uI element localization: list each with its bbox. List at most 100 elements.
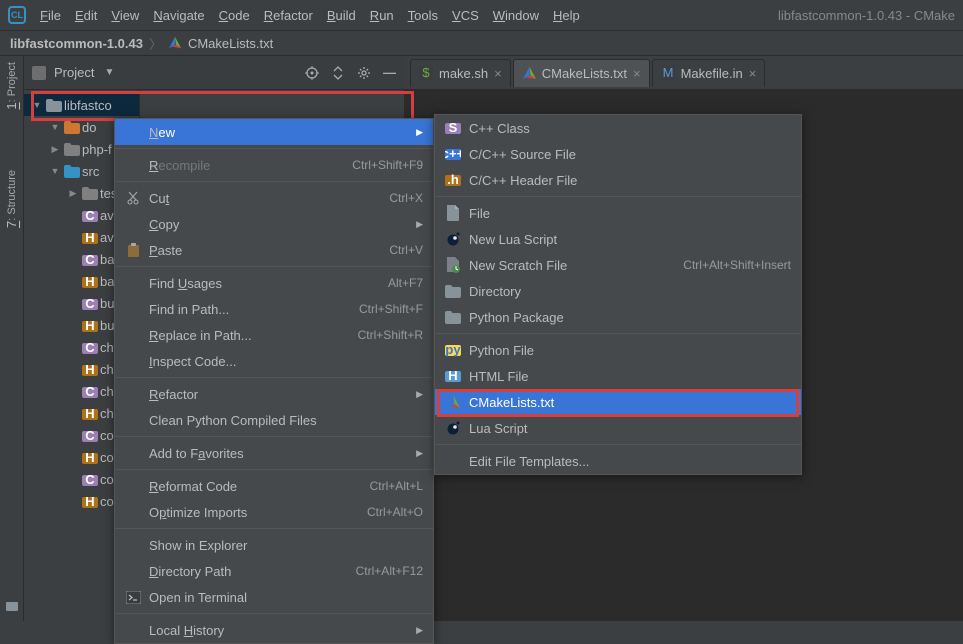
menu-item-show-in-explorer[interactable]: Show in Explorer bbox=[115, 532, 433, 558]
menu-item-label: Edit File Templates... bbox=[469, 454, 589, 469]
tab-label: make.sh bbox=[439, 66, 488, 81]
menu-item-paste[interactable]: PasteCtrl+V bbox=[115, 237, 433, 263]
tree-item-label: bu bbox=[100, 296, 114, 311]
menu-help[interactable]: Help bbox=[553, 8, 580, 23]
menu-item-label: C++ Class bbox=[469, 121, 530, 136]
h-file-icon: H bbox=[82, 318, 96, 332]
breadcrumb-file[interactable]: CMakeLists.txt bbox=[188, 36, 273, 51]
menu-vcs[interactable]: VCS bbox=[452, 8, 479, 23]
menu-item-label: Paste bbox=[149, 243, 182, 258]
menu-item-recompile[interactable]: RecompileCtrl+Shift+F9 bbox=[115, 152, 433, 178]
tool-structure[interactable]: 7: Structure bbox=[4, 170, 19, 228]
menu-item-python-package[interactable]: Python Package bbox=[435, 304, 801, 330]
menu-item-new[interactable]: New▶ bbox=[115, 119, 433, 145]
menu-item-label: File bbox=[469, 206, 490, 221]
menu-item-new-lua-script[interactable]: New Lua Script bbox=[435, 226, 801, 252]
close-icon[interactable]: × bbox=[633, 66, 641, 81]
svg-text:$: $ bbox=[422, 66, 430, 80]
menu-item-cut[interactable]: CutCtrl+X bbox=[115, 185, 433, 211]
terminal-icon bbox=[125, 591, 141, 604]
menu-item-directory[interactable]: Directory bbox=[435, 278, 801, 304]
menu-item-c-c-header-file[interactable]: .hC/C++ Header File bbox=[435, 167, 801, 193]
menu-edit[interactable]: Edit bbox=[75, 8, 97, 23]
menu-item-reformat-code[interactable]: Reformat CodeCtrl+Alt+L bbox=[115, 473, 433, 499]
tool-project[interactable]: 1: Project bbox=[4, 62, 19, 110]
menu-run[interactable]: Run bbox=[370, 8, 394, 23]
menu-item-new-scratch-file[interactable]: New Scratch FileCtrl+Alt+Shift+Insert bbox=[435, 252, 801, 278]
separator bbox=[115, 266, 433, 267]
menu-item-copy[interactable]: Copy▶ bbox=[115, 211, 433, 237]
menu-item-find-usages[interactable]: Find UsagesAlt+F7 bbox=[115, 270, 433, 296]
menu-item-c-class[interactable]: SC++ Class bbox=[435, 115, 801, 141]
tab-makefile-in[interactable]: M Makefile.in × bbox=[652, 59, 766, 87]
chevron-down-icon[interactable]: ▼ bbox=[104, 67, 114, 78]
expand-all-icon[interactable] bbox=[331, 66, 345, 80]
menu-item-file[interactable]: File bbox=[435, 200, 801, 226]
svg-text:C: C bbox=[85, 428, 95, 443]
menu-item-find-in-path-[interactable]: Find in Path...Ctrl+Shift+F bbox=[115, 296, 433, 322]
tree-item-label: bu bbox=[100, 318, 114, 333]
breadcrumb-project[interactable]: libfastcommon-1.0.43 bbox=[10, 36, 143, 51]
folder-icon bbox=[46, 99, 60, 111]
shortcut: Ctrl+X bbox=[389, 191, 423, 205]
file-icon bbox=[445, 205, 461, 221]
menu-item-html-file[interactable]: H HTML File bbox=[435, 363, 801, 389]
h-file-icon: H bbox=[82, 362, 96, 376]
menu-item-lua-script[interactable]: Lua Script bbox=[435, 415, 801, 441]
svg-text:H: H bbox=[85, 362, 94, 377]
menu-item-label: Directory Path bbox=[149, 564, 231, 579]
svg-text:H: H bbox=[85, 274, 94, 289]
menu-navigate[interactable]: Navigate bbox=[153, 8, 204, 23]
html-icon: H bbox=[445, 368, 461, 384]
menu-item-label: Python File bbox=[469, 343, 534, 358]
menu-window[interactable]: Window bbox=[493, 8, 539, 23]
menu-item-label: Inspect Code... bbox=[149, 354, 236, 369]
tree-root[interactable]: ▼libfastco bbox=[24, 94, 139, 116]
menu-file[interactable]: File bbox=[40, 8, 61, 23]
menu-item-add-to-favorites[interactable]: Add to Favorites▶ bbox=[115, 440, 433, 466]
menu-item-label: Clean Python Compiled Files bbox=[149, 413, 317, 428]
menu-refactor[interactable]: Refactor bbox=[264, 8, 313, 23]
tree-item-label: ch bbox=[100, 384, 114, 399]
tree-item-label: co bbox=[100, 428, 114, 443]
gear-icon[interactable] bbox=[357, 66, 371, 80]
folder-icon bbox=[64, 121, 78, 133]
toolstrip-bottom-icon[interactable] bbox=[5, 599, 19, 621]
chevron-right-icon: ▶ bbox=[416, 219, 423, 230]
menu-item-optimize-imports[interactable]: Optimize ImportsCtrl+Alt+O bbox=[115, 499, 433, 525]
menu-item-replace-in-path-[interactable]: Replace in Path...Ctrl+Shift+R bbox=[115, 322, 433, 348]
menu-item-label: HTML File bbox=[469, 369, 528, 384]
lua-icon bbox=[445, 232, 461, 246]
close-icon[interactable]: × bbox=[494, 66, 502, 81]
menu-item-python-file[interactable]: py Python File bbox=[435, 337, 801, 363]
menu-view[interactable]: View bbox=[111, 8, 139, 23]
make-icon: M bbox=[661, 66, 675, 80]
svg-text:C: C bbox=[85, 208, 95, 223]
menu-item-edit-file-templates-[interactable]: Edit File Templates... bbox=[435, 448, 801, 474]
project-panel-title[interactable]: Project bbox=[54, 65, 94, 80]
close-icon[interactable]: × bbox=[749, 66, 757, 81]
h-file-icon: H bbox=[82, 450, 96, 464]
menu-item-cmakelists-txt[interactable]: CMakeLists.txt bbox=[435, 389, 801, 415]
tab-make-sh[interactable]: $ make.sh × bbox=[410, 59, 511, 87]
c-file-icon: C bbox=[82, 472, 96, 486]
menu-item-clean-python-compiled-files[interactable]: Clean Python Compiled Files bbox=[115, 407, 433, 433]
menu-item-c-c-source-file[interactable]: c++C/C++ Source File bbox=[435, 141, 801, 167]
minimize-icon[interactable]: — bbox=[383, 65, 396, 80]
tab-cmakelists-txt[interactable]: CMakeLists.txt× bbox=[513, 59, 650, 87]
menu-tools[interactable]: Tools bbox=[408, 8, 438, 23]
menu-build[interactable]: Build bbox=[327, 8, 356, 23]
tab-label: Makefile.in bbox=[681, 66, 743, 81]
chevron-right-icon: ▶ bbox=[416, 448, 423, 459]
menu-item-label: CMakeLists.txt bbox=[469, 395, 554, 410]
menu-item-refactor[interactable]: Refactor▶ bbox=[115, 381, 433, 407]
locate-icon[interactable] bbox=[305, 66, 319, 80]
menu-item-open-in-terminal[interactable]: Open in Terminal bbox=[115, 584, 433, 610]
menu-item-inspect-code-[interactable]: Inspect Code... bbox=[115, 348, 433, 374]
menu-item-directory-path[interactable]: Directory PathCtrl+Alt+F12 bbox=[115, 558, 433, 584]
folder-icon bbox=[82, 187, 96, 199]
menu-item-label: C/C++ Source File bbox=[469, 147, 576, 162]
svg-text:py: py bbox=[445, 342, 461, 357]
project-panel-header: Project ▼ — bbox=[24, 56, 404, 90]
menu-code[interactable]: Code bbox=[219, 8, 250, 23]
